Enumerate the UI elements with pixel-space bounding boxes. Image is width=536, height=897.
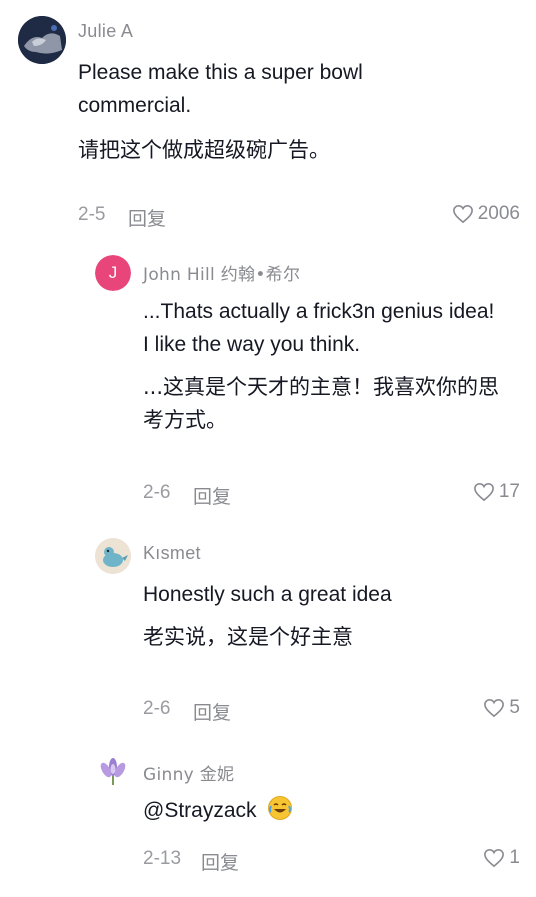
comment-text: Honestly such a great idea (143, 583, 392, 606)
comment-text: Please make this a super bowl commercial… (78, 61, 363, 117)
comment-username[interactable]: Julie A (78, 21, 133, 42)
like-button[interactable]: 17 (473, 481, 520, 503)
reply-button[interactable]: 回复 (193, 482, 231, 509)
like-button[interactable]: 5 (483, 697, 520, 719)
avatar-photo-icon (18, 16, 66, 64)
comment-text: @Strayzack (143, 794, 513, 827)
bird-avatar-icon (95, 538, 131, 574)
comment-translation: 请把这个做成超级碗广告。 (78, 138, 330, 162)
heart-outline-icon (473, 482, 494, 502)
reply-item: Kısmet Honestly such a great idea 老实说，这是… (0, 520, 536, 740)
reply-button[interactable]: 回复 (201, 848, 239, 875)
comment-username[interactable]: John Hill 约翰•希尔 (143, 260, 300, 285)
comment-translation: 老实说，这是个好主意 (143, 625, 353, 649)
comment-item: Julie A Please make this a super bowl co… (0, 0, 536, 240)
like-count: 5 (509, 697, 520, 718)
reply-item: J John Hill 约翰•希尔 ...Thats actually a fr… (0, 240, 536, 520)
like-count: 1 (509, 847, 520, 868)
reply-item: Ginny 金妮 @Strayzack 2-13 回复 1 (0, 740, 536, 897)
comment-username[interactable]: Ginny 金妮 (143, 760, 234, 785)
comment-date: 2-6 (143, 698, 171, 719)
comment-text: ...Thats actually a frick3n genius idea!… (143, 300, 495, 356)
like-count: 17 (498, 481, 520, 502)
avatar-letter: J (108, 263, 118, 282)
avatar[interactable] (95, 755, 131, 791)
like-count: 2006 (477, 203, 520, 224)
like-button[interactable]: 2006 (452, 203, 520, 225)
heart-outline-icon (484, 698, 505, 718)
avatar[interactable]: J (95, 255, 131, 291)
heart-outline-icon (484, 848, 505, 868)
avatar-letter-bg: J (95, 255, 131, 291)
flower-avatar-icon (100, 758, 126, 785)
avatar[interactable] (95, 538, 131, 574)
comment-date: 2-6 (143, 482, 171, 503)
avatar[interactable] (18, 16, 66, 64)
mention-text[interactable]: @Strayzack (143, 799, 257, 822)
reply-button[interactable]: 回复 (193, 698, 231, 725)
comment-translation: ...这真是个天才的主意！我喜欢你的思考方式。 (143, 375, 500, 432)
reply-button[interactable]: 回复 (128, 204, 166, 231)
face-with-tears-of-joy-icon (268, 796, 293, 820)
comment-date: 2-13 (143, 848, 182, 869)
heart-outline-icon (452, 204, 473, 224)
comment-username[interactable]: Kısmet (143, 543, 201, 564)
comment-date: 2-5 (78, 204, 106, 225)
like-button[interactable]: 1 (483, 847, 520, 869)
